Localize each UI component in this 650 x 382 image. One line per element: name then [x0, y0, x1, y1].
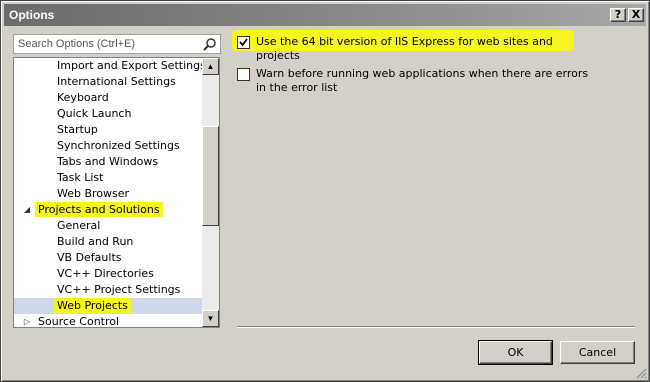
window-title: Options	[9, 8, 55, 22]
tree-item-label: VC++ Project Settings	[57, 283, 181, 296]
tree-item-label: Task List	[57, 171, 104, 184]
tree-list: Import and Export Settings International …	[14, 58, 206, 328]
cancel-button[interactable]: Cancel	[560, 341, 635, 364]
scroll-down-button[interactable]: ▼	[202, 310, 219, 327]
tree-item-label: VB Defaults	[57, 251, 122, 264]
tree-item[interactable]: Quick Launch	[14, 106, 202, 122]
tree-item[interactable]: Task List	[14, 170, 202, 186]
tree-item-label: Startup	[57, 123, 98, 136]
warn-errors-label: Warn before running web applications whe…	[256, 67, 589, 94]
triangle-expanded-icon[interactable]: ◢	[21, 202, 33, 218]
tree-item[interactable]: Tabs and Windows	[14, 154, 202, 170]
options-tree[interactable]: Import and Export Settings International …	[13, 57, 220, 328]
tree-item[interactable]: International Settings	[14, 74, 202, 90]
tree-scrollbar[interactable]: ▲ ▼	[202, 58, 219, 327]
close-button[interactable]: X	[628, 8, 644, 22]
tree-item[interactable]: Web Browser	[14, 186, 202, 202]
tree-item-label: Web Projects	[54, 298, 131, 314]
use-64bit-label: Use the 64 bit version of IIS Express fo…	[256, 35, 553, 62]
tree-item[interactable]: Synchronized Settings	[14, 138, 202, 154]
tree-item-label: Build and Run	[57, 235, 134, 248]
ok-button[interactable]: OK	[478, 340, 553, 365]
scroll-thumb[interactable]	[202, 126, 219, 226]
help-button[interactable]: ?	[610, 8, 626, 22]
title-bar[interactable]: Options ? X	[4, 4, 646, 26]
tree-item-label: Tabs and Windows	[57, 155, 159, 168]
search-placeholder: Search Options (Ctrl+E)	[18, 38, 136, 50]
warn-errors-checkbox[interactable]	[237, 68, 250, 81]
tree-item-label: General	[57, 219, 101, 232]
highlight-mark: Web Projects	[54, 298, 131, 313]
tree-item[interactable]: Keyboard	[14, 90, 202, 106]
tree-item-label: VC++ Directories	[57, 267, 154, 280]
divider	[237, 326, 635, 328]
triangle-collapsed-icon[interactable]: ▷	[21, 314, 33, 327]
tree-item-label: Projects and Solutions	[35, 202, 163, 218]
tree-category[interactable]: ◢ Projects and Solutions	[14, 202, 202, 218]
tree-item-label: Source Control	[38, 315, 120, 328]
tree-item-label: Synchronized Settings	[57, 139, 180, 152]
tree-item[interactable]: Build and Run	[14, 234, 202, 250]
highlight-mark: Projects and Solutions	[35, 202, 163, 217]
tree-item[interactable]: Startup	[14, 122, 202, 138]
resize-grip-icon[interactable]	[635, 367, 647, 379]
tree-item[interactable]: VB Defaults	[14, 250, 202, 266]
tree-item-label: Web Browser	[57, 187, 130, 200]
checkmark-icon	[239, 38, 248, 47]
tree-item-label: International Settings	[57, 75, 176, 88]
tree-item[interactable]: VC++ Directories	[14, 266, 202, 282]
options-dialog: Options ? X Search Options (Ctrl+E) Impo…	[0, 0, 650, 382]
tree-item[interactable]: Web Projects	[14, 298, 202, 314]
search-input[interactable]: Search Options (Ctrl+E)	[13, 34, 221, 54]
tree-category[interactable]: ▷ Source Control	[14, 314, 202, 328]
tree-item-label: Import and Export Settings	[57, 59, 206, 72]
use-64bit-checkbox[interactable]	[237, 36, 250, 49]
search-icon[interactable]	[202, 37, 218, 53]
tree-item[interactable]: General	[14, 218, 202, 234]
tree-item-label: Keyboard	[57, 91, 109, 104]
scroll-up-button[interactable]: ▲	[202, 58, 219, 75]
tree-item-label: Quick Launch	[57, 107, 132, 120]
tree-item[interactable]: Import and Export Settings	[14, 58, 206, 74]
tree-item[interactable]: VC++ Project Settings	[14, 282, 202, 298]
